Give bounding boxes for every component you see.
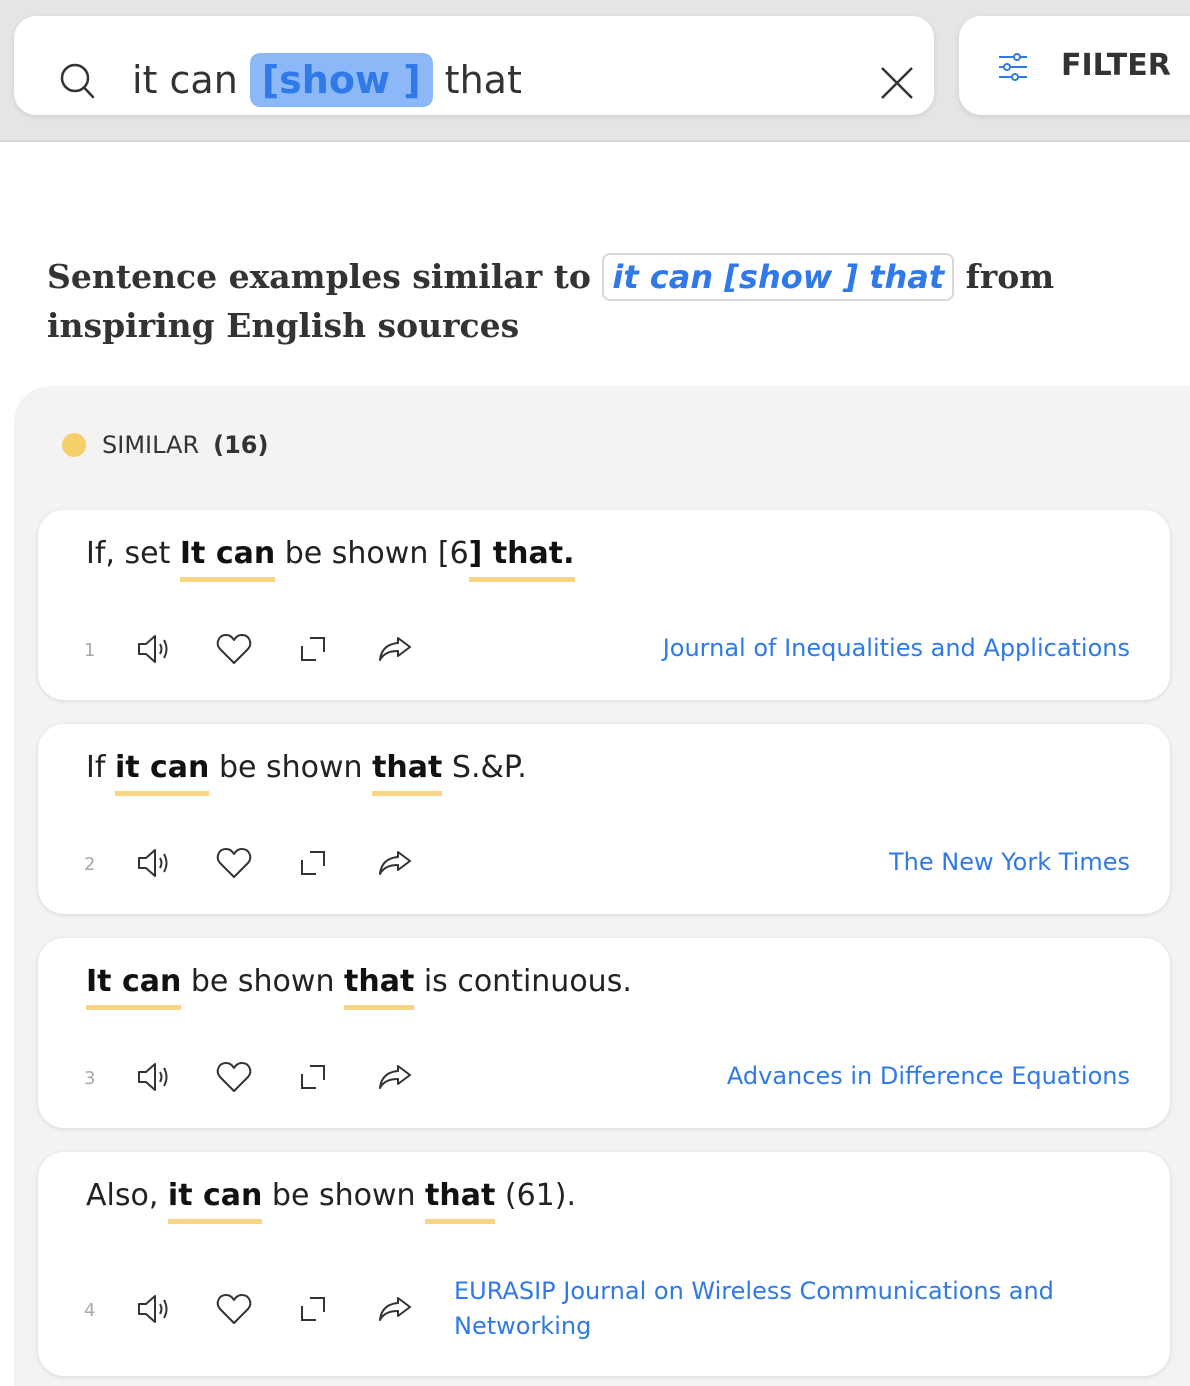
source-link[interactable]: Advances in Difference Equations [727, 1062, 1130, 1090]
example-sentence: Also, it can be shown that (61). [86, 1178, 576, 1224]
heart-icon[interactable] [216, 846, 252, 880]
results-panel: SIMILAR (16) If, set It can be shown [6]… [14, 386, 1190, 1386]
heading-query-chip: it can [show ] that [602, 253, 955, 301]
share-icon[interactable] [378, 850, 412, 876]
speaker-icon[interactable] [136, 846, 172, 880]
sentence-highlight: It can [86, 964, 182, 1010]
heart-icon[interactable] [216, 1292, 252, 1326]
page-heading: Sentence examples similar to it can [sho… [47, 252, 1157, 350]
result-card: It can be shown that is continuous. 3 Ad… [38, 938, 1170, 1128]
sentence-highlight: It can [179, 536, 276, 582]
sentence-text: S.&P. [442, 750, 527, 785]
search-query[interactable]: it can [show ] that [132, 50, 522, 110]
result-index: 4 [84, 1300, 96, 1321]
result-card: If it can be shown that S.&P. 2 The New … [38, 724, 1170, 914]
sentence-highlight: it can [167, 1178, 263, 1224]
similar-header: SIMILAR (16) [62, 431, 268, 459]
sentence-text: (61). [495, 1178, 576, 1213]
sentence-text: If [86, 750, 115, 785]
share-icon[interactable] [378, 1064, 412, 1090]
source-link[interactable]: The New York Times [889, 848, 1130, 876]
sentence-highlight: that [372, 750, 443, 796]
result-index: 2 [84, 854, 96, 875]
expand-icon[interactable] [300, 850, 326, 876]
example-sentence: It can be shown that is continuous. [86, 964, 632, 1010]
share-icon[interactable] [378, 636, 412, 662]
similar-label: SIMILAR [102, 431, 200, 459]
share-icon[interactable] [378, 1296, 412, 1322]
sentence-text: If, set [86, 536, 180, 571]
source-link[interactable]: EURASIP Journal on Wireless Communicatio… [454, 1274, 1074, 1344]
search-icon[interactable] [60, 63, 96, 101]
speaker-icon[interactable] [136, 1292, 172, 1326]
sentence-text: be shown [209, 750, 373, 785]
filter-icon [999, 53, 1027, 81]
sentence-highlight: it can [114, 750, 210, 796]
similar-dot-icon [62, 433, 86, 457]
filter-label: FILTER [1061, 48, 1171, 83]
speaker-icon[interactable] [136, 632, 172, 666]
sentence-text: Also, [86, 1178, 168, 1213]
query-text-post: that [444, 58, 522, 102]
sentence-text: be shown [262, 1178, 426, 1213]
heart-icon[interactable] [216, 1060, 252, 1094]
result-card: If, set It can be shown [6] that. 1 Jour… [38, 510, 1170, 700]
heading-prefix: Sentence examples similar to [47, 257, 591, 296]
sentence-highlight: that [344, 964, 415, 1010]
query-text-pre: it can [132, 58, 238, 102]
search-box[interactable]: it can [show ] that [14, 16, 934, 115]
sentence-text: be shown [6 [275, 536, 469, 571]
top-bar: it can [show ] that FILTER [0, 0, 1190, 142]
similar-count: (16) [213, 431, 269, 459]
sentence-highlight: ] that. [468, 536, 575, 582]
result-index: 3 [84, 1068, 96, 1089]
source-link[interactable]: Journal of Inequalities and Applications [663, 634, 1130, 662]
sentence-text: be shown [181, 964, 344, 999]
heart-icon[interactable] [216, 632, 252, 666]
close-icon[interactable] [880, 66, 914, 100]
expand-icon[interactable] [300, 1296, 326, 1322]
result-card: Also, it can be shown that (61). 4 EURAS… [38, 1152, 1170, 1376]
example-sentence: If, set It can be shown [6] that. [86, 536, 575, 582]
sentence-text: is continuous. [414, 964, 632, 999]
sentence-highlight: that [425, 1178, 496, 1224]
expand-icon[interactable] [300, 1064, 326, 1090]
expand-icon[interactable] [300, 636, 326, 662]
example-sentence: If it can be shown that S.&P. [86, 750, 527, 796]
result-index: 1 [84, 640, 96, 661]
filter-button[interactable]: FILTER [959, 16, 1190, 115]
speaker-icon[interactable] [136, 1060, 172, 1094]
query-chip[interactable]: [show ] [249, 53, 433, 107]
